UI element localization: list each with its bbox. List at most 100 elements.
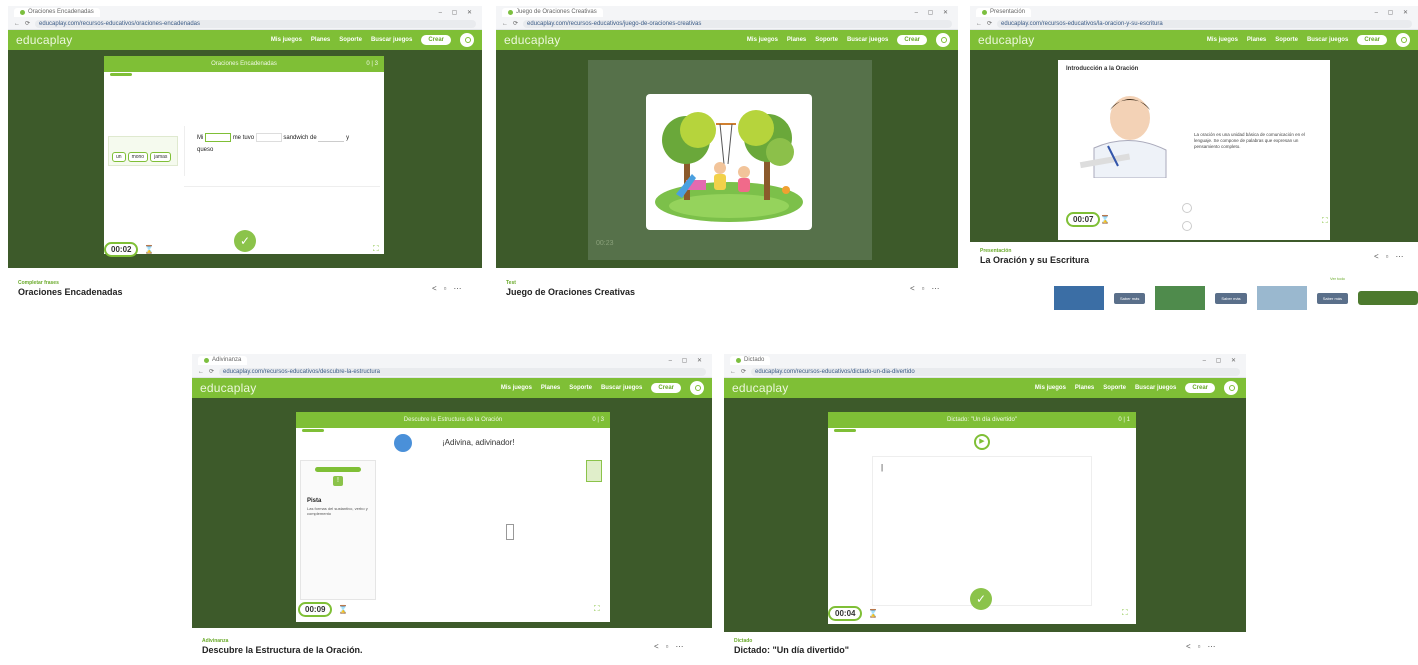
- back-icon[interactable]: ←: [198, 369, 204, 375]
- nav-planes[interactable]: Planes: [1075, 385, 1094, 391]
- bookmark-icon[interactable]: ▫: [922, 284, 932, 293]
- nav-mis-juegos[interactable]: Mis juegos: [501, 385, 532, 391]
- game-title[interactable]: Descubre la Estructura de la Oración.: [202, 645, 363, 655]
- expand-icon[interactable]: ⛶: [1322, 216, 1328, 226]
- crear-button[interactable]: Crear: [1185, 383, 1215, 393]
- back-icon[interactable]: ←: [14, 21, 20, 27]
- answer-slot[interactable]: [255, 132, 282, 142]
- reload-icon[interactable]: ⟳: [513, 20, 518, 27]
- site-logo[interactable]: educaplay: [16, 33, 73, 47]
- more-icon[interactable]: ⋯: [1208, 642, 1223, 651]
- window-controls[interactable]: – ▢ ✕: [915, 9, 952, 16]
- nav-planes[interactable]: Planes: [541, 385, 560, 391]
- crear-button[interactable]: Crear: [1357, 35, 1387, 45]
- site-logo[interactable]: educaplay: [978, 33, 1035, 47]
- site-logo[interactable]: educaplay: [504, 33, 561, 47]
- nav-buscar-juegos[interactable]: Buscar juegos: [371, 37, 412, 43]
- related-thumbnail[interactable]: [1155, 286, 1206, 310]
- browser-tab[interactable]: Juego de Oraciones Creativas: [502, 8, 603, 17]
- more-icon[interactable]: ⋯: [932, 284, 947, 293]
- address-bar[interactable]: educaplay.com/recursos-educativos/la-ora…: [997, 19, 1412, 28]
- back-icon[interactable]: ←: [730, 369, 736, 375]
- nav-soporte[interactable]: Soporte: [815, 37, 838, 43]
- nav-planes[interactable]: Planes: [787, 37, 806, 43]
- related-thumbnail[interactable]: [1054, 286, 1104, 310]
- nav-planes[interactable]: Planes: [1247, 37, 1266, 43]
- reload-icon[interactable]: ⟳: [25, 20, 30, 27]
- nav-planes[interactable]: Planes: [311, 37, 330, 43]
- window-controls[interactable]: – ▢ ✕: [669, 357, 706, 364]
- more-icon[interactable]: ⋯: [454, 284, 469, 293]
- dictation-input[interactable]: |: [872, 456, 1092, 606]
- bookmark-icon[interactable]: ▫: [666, 642, 676, 651]
- expand-icon[interactable]: ⛶: [373, 244, 379, 254]
- reload-icon[interactable]: ⟳: [741, 368, 746, 375]
- nav-mis-juegos[interactable]: Mis juegos: [1207, 37, 1238, 43]
- address-bar[interactable]: educaplay.com/recursos-educativos/dictad…: [751, 367, 1240, 376]
- nav-buscar-juegos[interactable]: Buscar juegos: [601, 385, 642, 391]
- user-icon[interactable]: [1396, 33, 1410, 47]
- reload-icon[interactable]: ⟳: [987, 20, 992, 27]
- user-icon[interactable]: [690, 381, 704, 395]
- image-popup[interactable]: [646, 94, 812, 230]
- address-bar[interactable]: educaplay.com/recursos-educativos/descub…: [219, 367, 706, 376]
- crear-button[interactable]: Crear: [651, 383, 681, 393]
- window-controls[interactable]: – ▢ ✕: [1375, 9, 1412, 16]
- nav-buscar-juegos[interactable]: Buscar juegos: [847, 37, 888, 43]
- nav-soporte[interactable]: Soporte: [569, 385, 592, 391]
- word-chip[interactable]: un: [112, 152, 126, 162]
- window-controls[interactable]: – ▢ ✕: [439, 9, 476, 16]
- site-logo[interactable]: educaplay: [200, 381, 257, 395]
- game-title[interactable]: Oraciones Encadenadas: [18, 287, 123, 297]
- more-icon[interactable]: ⋯: [1396, 252, 1411, 261]
- check-button[interactable]: ✓: [970, 588, 992, 610]
- game-title[interactable]: La Oración y su Escritura: [980, 255, 1089, 265]
- reload-icon[interactable]: ⟳: [209, 368, 214, 375]
- letter-slot[interactable]: [506, 524, 514, 540]
- browser-tab[interactable]: Dictado: [730, 356, 771, 365]
- user-icon[interactable]: [936, 33, 950, 47]
- crear-button[interactable]: Crear: [897, 35, 927, 45]
- crear-button[interactable]: Crear: [421, 35, 451, 45]
- bookmark-icon[interactable]: ▫: [444, 284, 454, 293]
- share-icon[interactable]: <: [432, 284, 444, 293]
- nav-soporte[interactable]: Soporte: [339, 37, 362, 43]
- site-logo[interactable]: educaplay: [732, 381, 789, 395]
- address-bar[interactable]: educaplay.com/recursos-educativos/juego-…: [523, 19, 952, 28]
- share-icon[interactable]: <: [1374, 252, 1386, 261]
- slide-pager[interactable]: [1182, 200, 1206, 231]
- word-chip[interactable]: jamas: [150, 152, 172, 162]
- bookmark-icon[interactable]: ▫: [1198, 642, 1208, 651]
- saber-mas-button[interactable]: Saber más: [1316, 292, 1349, 304]
- answer-slot[interactable]: [318, 133, 345, 142]
- address-bar[interactable]: educaplay.com/recursos-educativos/oracio…: [35, 19, 476, 28]
- back-icon[interactable]: ←: [976, 21, 982, 27]
- bookmark-icon[interactable]: ▫: [1386, 252, 1396, 261]
- share-icon[interactable]: <: [1186, 642, 1198, 651]
- game-title[interactable]: Juego de Oraciones Creativas: [506, 287, 635, 297]
- check-button[interactable]: ✓: [234, 230, 256, 252]
- nav-mis-juegos[interactable]: Mis juegos: [1035, 385, 1066, 391]
- answer-slot[interactable]: [205, 132, 232, 142]
- nav-soporte[interactable]: Soporte: [1103, 385, 1126, 391]
- browser-tab[interactable]: Adivinanza: [198, 356, 248, 365]
- related-thumbnail[interactable]: [1256, 286, 1307, 310]
- share-icon[interactable]: <: [654, 642, 666, 651]
- word-chip[interactable]: mono: [127, 152, 149, 162]
- nav-mis-juegos[interactable]: Mis juegos: [747, 37, 778, 43]
- share-icon[interactable]: <: [910, 284, 922, 293]
- expand-icon[interactable]: ⛶: [1122, 608, 1128, 618]
- play-audio-button[interactable]: ▶: [974, 434, 990, 450]
- window-controls[interactable]: – ▢ ✕: [1203, 357, 1240, 364]
- hint-button[interactable]: [586, 460, 602, 482]
- user-icon[interactable]: [1224, 381, 1238, 395]
- back-icon[interactable]: ←: [502, 21, 508, 27]
- expand-icon[interactable]: ⛶: [594, 604, 600, 614]
- more-icon[interactable]: ⋯: [676, 642, 691, 651]
- nav-soporte[interactable]: Soporte: [1275, 37, 1298, 43]
- user-icon[interactable]: [460, 33, 474, 47]
- nav-buscar-juegos[interactable]: Buscar juegos: [1307, 37, 1348, 43]
- browser-tab[interactable]: Oraciones Encadenadas: [14, 8, 100, 17]
- nav-mis-juegos[interactable]: Mis juegos: [271, 37, 302, 43]
- game-title[interactable]: Dictado: "Un día divertido": [734, 645, 849, 655]
